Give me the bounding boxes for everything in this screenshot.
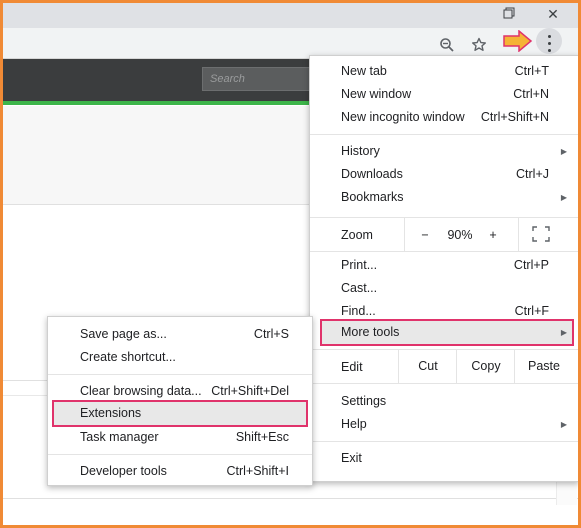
menu-separator	[310, 251, 578, 252]
menu-item-new-window[interactable]: New window Ctrl+N	[310, 83, 578, 106]
menu-item-label: New incognito window	[341, 110, 465, 124]
extensions-highlight	[52, 400, 308, 427]
menu-item-new-tab[interactable]: New tab Ctrl+T	[310, 60, 578, 83]
menu-item-label: New window	[341, 87, 412, 101]
zoom-label: Zoom	[341, 228, 373, 242]
menu-item-shortcut: Ctrl+N	[513, 87, 549, 101]
more-tools-highlight	[320, 319, 574, 346]
copy-button[interactable]: Copy	[456, 350, 515, 383]
edit-row: Edit Cut Copy Paste	[310, 350, 578, 383]
menu-item-shortcut: Shift+Esc	[235, 430, 289, 444]
menu-item-print[interactable]: Print... Ctrl+P	[310, 254, 578, 277]
paste-button[interactable]: Paste	[514, 350, 573, 383]
menu-item-bookmarks[interactable]: Bookmarks ▶	[310, 186, 578, 209]
menu-item-label: Downloads	[341, 167, 403, 181]
edit-label: Edit	[341, 360, 363, 374]
title-bar: ✕	[3, 3, 578, 28]
cut-button[interactable]: Cut	[398, 350, 457, 383]
star-icon[interactable]	[468, 34, 490, 56]
chevron-right-icon: ▶	[560, 193, 567, 202]
menu-item-create-shortcut[interactable]: Create shortcut...	[48, 346, 312, 369]
chevron-right-icon: ▶	[560, 147, 567, 156]
menu-item-label: Save page as...	[80, 327, 167, 341]
menu-item-label: Developer tools	[80, 464, 167, 478]
menu-item-help[interactable]: Help ▶	[310, 413, 578, 436]
menu-item-new-incognito[interactable]: New incognito window Ctrl+Shift+N	[310, 106, 578, 129]
zoom-controls: − 90% +	[404, 218, 519, 251]
menu-separator	[48, 374, 312, 375]
menu-item-shortcut: Ctrl+Shift+N	[480, 110, 549, 124]
pointer-arrow-icon	[503, 29, 533, 53]
zoom-in-button[interactable]: +	[485, 225, 501, 245]
more-tools-submenu: Save page as... Ctrl+S Create shortcut..…	[47, 316, 313, 486]
menu-item-settings[interactable]: Settings	[310, 390, 578, 413]
menu-item-shortcut: Ctrl+T	[514, 64, 549, 78]
zoom-icon[interactable]	[436, 34, 458, 56]
menu-item-history[interactable]: History ▶	[310, 140, 578, 163]
zoom-row: Zoom − 90% +	[310, 218, 578, 251]
menu-item-shortcut: Ctrl+Shift+I	[226, 464, 289, 478]
menu-item-shortcut: Ctrl+P	[513, 258, 549, 272]
menu-item-shortcut: Ctrl+S	[253, 327, 289, 341]
menu-separator	[310, 134, 578, 135]
menu-item-label: Exit	[341, 451, 362, 465]
menu-item-exit[interactable]: Exit	[310, 447, 578, 470]
menu-item-label: Create shortcut...	[80, 350, 176, 364]
three-dots-icon[interactable]	[536, 28, 562, 54]
menu-item-save-page[interactable]: Save page as... Ctrl+S	[48, 323, 312, 346]
menu-separator	[310, 383, 578, 384]
menu-item-shortcut: Ctrl+J	[516, 167, 549, 181]
close-window-button[interactable]: ✕	[533, 3, 573, 28]
address-bar[interactable]	[3, 31, 498, 55]
menu-item-label: Bookmarks	[341, 190, 404, 204]
chevron-right-icon: ▶	[560, 420, 567, 429]
menu-item-label: Print...	[341, 258, 378, 272]
zoom-level: 90%	[447, 228, 473, 242]
menu-item-cast[interactable]: Cast...	[310, 277, 578, 300]
restore-icon[interactable]	[489, 3, 529, 28]
menu-separator	[310, 441, 578, 442]
menu-item-label: Settings	[341, 394, 387, 408]
menu-item-label: Task manager	[80, 430, 159, 444]
menu-item-label: New tab	[341, 64, 387, 78]
zoom-out-button[interactable]: −	[417, 225, 433, 245]
menu-item-task-manager[interactable]: Task manager Shift+Esc	[48, 426, 312, 449]
menu-item-developer-tools[interactable]: Developer tools Ctrl+Shift+I	[48, 460, 312, 483]
fullscreen-icon[interactable]	[532, 226, 550, 242]
site-search-input[interactable]: Search	[202, 67, 322, 91]
chrome-main-menu: New tab Ctrl+T New window Ctrl+N New inc…	[309, 55, 579, 482]
menu-item-label: Help	[341, 417, 367, 431]
menu-item-label: Cast...	[341, 281, 378, 295]
menu-item-label: History	[341, 144, 380, 158]
menu-separator	[48, 454, 312, 455]
menu-item-downloads[interactable]: Downloads Ctrl+J	[310, 163, 578, 186]
divider	[3, 498, 578, 499]
